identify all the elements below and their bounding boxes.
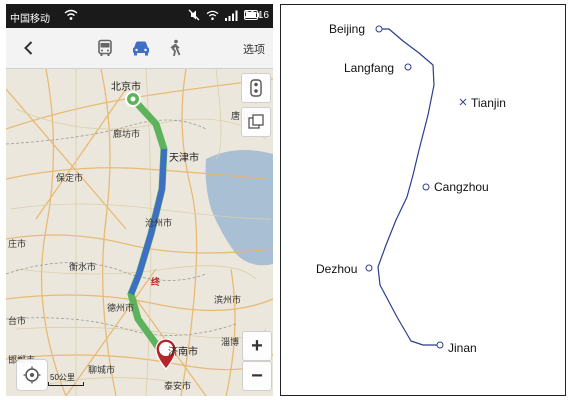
map-city-shijiazhuang: 庄市 bbox=[8, 239, 27, 249]
car-icon bbox=[133, 41, 149, 56]
map-city-baoding: 保定市 bbox=[56, 173, 84, 183]
city-label-tianjin: Tianjin bbox=[471, 96, 506, 110]
traffic-light-icon bbox=[250, 79, 262, 97]
city-label-cangzhou: Cangzhou bbox=[434, 180, 489, 194]
map-city-dezhou: 德州市 bbox=[107, 303, 135, 313]
phone-screenshot: 中国移动 20:16 选项 终 北京市 廊坊市 天津市 保定市 沧州市 衡水市 … bbox=[6, 4, 273, 396]
walk-icon bbox=[170, 39, 181, 57]
map-city-liaocheng: 聊城市 bbox=[88, 365, 116, 375]
city-langfang: Langfang bbox=[344, 61, 412, 75]
mode-walk-button[interactable] bbox=[166, 39, 186, 57]
options-button[interactable]: 选项 bbox=[243, 41, 265, 57]
locate-me-button[interactable] bbox=[16, 359, 48, 391]
bus-icon bbox=[98, 39, 112, 56]
layers-icon bbox=[248, 114, 264, 129]
city-cangzhou: Cangzhou bbox=[422, 180, 489, 194]
end-marker-label: 终 bbox=[151, 277, 161, 287]
city-label-jinan: Jinan bbox=[448, 341, 477, 355]
start-marker[interactable] bbox=[125, 91, 141, 107]
back-button[interactable] bbox=[20, 39, 38, 57]
layers-button[interactable] bbox=[241, 107, 271, 137]
map-city-beijing: 北京市 bbox=[111, 82, 141, 93]
map-scale-bar bbox=[48, 382, 84, 386]
wifi-icon bbox=[206, 10, 219, 21]
city-dezhou: Dezhou bbox=[316, 262, 373, 276]
city-label-dezhou: Dezhou bbox=[316, 262, 357, 276]
map-city-jinan: 济南市 bbox=[168, 347, 198, 358]
map-city-hengshui: 衡水市 bbox=[69, 262, 97, 272]
city-beijing: Beijing bbox=[329, 22, 383, 36]
map-city-zibo: 淄博 bbox=[221, 337, 240, 347]
traffic-toggle-button[interactable] bbox=[241, 73, 271, 103]
city-tianjin: Tianjin bbox=[459, 96, 506, 110]
map-city-taian: 泰安市 bbox=[164, 381, 192, 391]
carrier-name: 中国移动 bbox=[10, 14, 50, 25]
location-target-icon bbox=[23, 366, 41, 384]
mode-bus-button[interactable] bbox=[96, 39, 116, 57]
mute-icon bbox=[188, 9, 200, 21]
map-city-langfang: 廊坊市 bbox=[113, 129, 141, 139]
city-label-langfang: Langfang bbox=[344, 61, 394, 75]
route-diagram-canvas: Beijing Langfang Tianjin Cangzhou Dezhou… bbox=[316, 22, 506, 355]
map-city-binzhou: 滨州市 bbox=[214, 295, 242, 305]
route-polyline bbox=[377, 28, 440, 346]
zoom-out-button[interactable]: − bbox=[242, 361, 272, 391]
status-bar: 中国移动 20:16 bbox=[6, 4, 273, 28]
wifi-icon bbox=[64, 9, 78, 21]
map-city-xingtai: 台市 bbox=[8, 316, 27, 326]
city-label-beijing: Beijing bbox=[329, 22, 365, 36]
signal-icon bbox=[225, 10, 238, 21]
toolbar: 选项 bbox=[6, 28, 273, 69]
route-diagram: Beijing Langfang Tianjin Cangzhou Dezhou… bbox=[280, 4, 566, 396]
clock: 20:16 bbox=[243, 10, 269, 21]
bohai-sea bbox=[205, 150, 273, 266]
chevron-left-icon bbox=[24, 41, 33, 55]
zoom-in-button[interactable]: + bbox=[242, 331, 272, 361]
map-city-cangzhou: 沧州市 bbox=[145, 218, 173, 228]
map-city-tianjin: 天津市 bbox=[169, 153, 199, 164]
city-jinan: Jinan bbox=[436, 341, 477, 355]
mode-car-button[interactable] bbox=[131, 39, 151, 57]
map-view[interactable]: 终 北京市 廊坊市 天津市 唐山市 保定市 沧州市 衡水市 德州市 滨州市 聊城… bbox=[6, 69, 273, 396]
